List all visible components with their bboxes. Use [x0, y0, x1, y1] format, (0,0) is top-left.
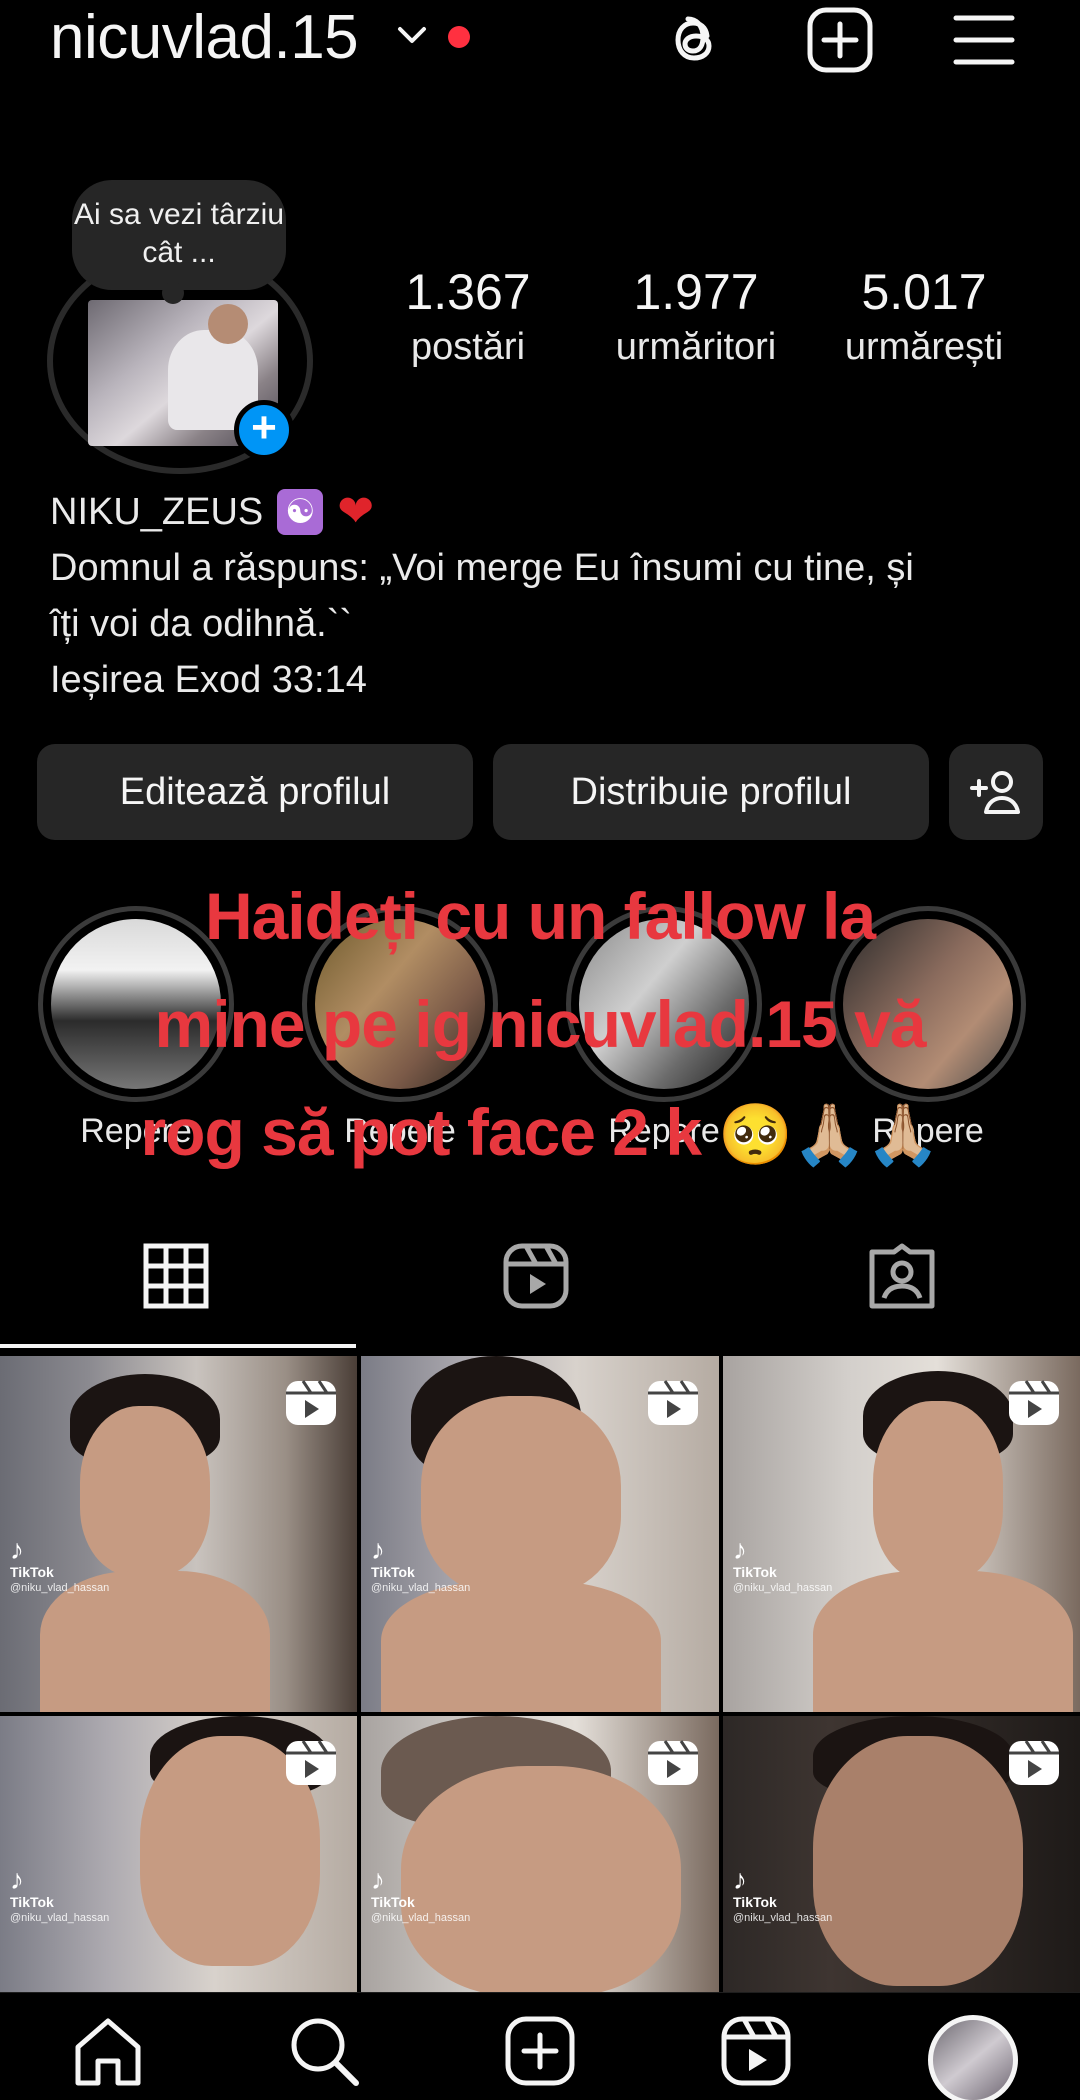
stat-followers-label: urmăritori	[615, 326, 777, 368]
top-bar: nicuvlad.15	[0, 0, 1080, 80]
tiktok-watermark: ♪ TikTok @niku_vlad_hassan	[733, 1864, 833, 1925]
active-tab-indicator	[0, 1344, 356, 1348]
bio-line: îți voi da odihnă.``	[50, 603, 353, 645]
profile-note[interactable]: Ai sa vezi târziu cât ...	[72, 180, 286, 304]
overlay-line: rog să pot face 2 k	[140, 1095, 703, 1169]
stat-followers-value: 1.977	[633, 264, 759, 320]
overlay-emojis: 🥺🙏🏼🙏🏼	[718, 1101, 940, 1168]
stat-posts-label: postări	[410, 326, 526, 368]
reel-icon	[1006, 1378, 1062, 1428]
reel-icon	[283, 1738, 339, 1788]
reel-icon	[645, 1378, 701, 1428]
photo-detail	[813, 1571, 1073, 1712]
display-name: NIKU_ZEUS	[50, 491, 264, 533]
search-icon[interactable]	[284, 2011, 364, 2091]
tiktok-watermark: ♪ TikTok @niku_vlad_hassan	[10, 1534, 110, 1595]
tagged-icon	[866, 1243, 938, 1316]
bio-line: Domnul a răspuns: „Voi merge Eu însumi c…	[50, 547, 914, 589]
post-thumbnail[interactable]: ♪ TikTok @niku_vlad_hassan	[0, 1716, 357, 1994]
yin-yang-icon: ☯	[277, 489, 324, 535]
photo-detail	[873, 1401, 1003, 1581]
post-thumbnail[interactable]: ♪ TikTok @niku_vlad_hassan	[723, 1356, 1080, 1712]
photo-detail	[813, 1736, 1023, 1986]
overlay-caption: Haideți cu un fallow la mine pe ig nicuv…	[20, 862, 1060, 1189]
reel-icon	[1006, 1738, 1062, 1788]
heart-icon: ❤	[337, 487, 375, 536]
discover-people-button[interactable]	[949, 744, 1043, 840]
tiktok-watermark: ♪ TikTok @niku_vlad_hassan	[371, 1864, 471, 1925]
notification-dot	[448, 26, 470, 48]
stat-followers[interactable]: 1.977 urmăritori	[586, 262, 806, 372]
edit-profile-button[interactable]: Editează profilul	[37, 744, 473, 840]
add-story-button[interactable]: +	[234, 400, 294, 460]
chevron-down-icon[interactable]	[395, 18, 429, 52]
profile-bio: NIKU_ZEUS ☯ ❤ Domnul a răspuns: „Voi mer…	[50, 484, 1040, 708]
reel-icon	[283, 1378, 339, 1428]
threads-icon[interactable]	[660, 4, 732, 76]
create-icon[interactable]	[804, 4, 876, 76]
posts-grid: ♪ TikTok @niku_vlad_hassan ♪ TikTok @niku_vl…	[0, 1356, 1080, 1994]
post-thumbnail[interactable]: ♪ TikTok @niku_vlad_hassan	[723, 1716, 1080, 1994]
reels-icon[interactable]	[716, 2011, 796, 2091]
reel-icon	[645, 1738, 701, 1788]
post-thumbnail[interactable]: ♪ TikTok @niku_vlad_hassan	[0, 1356, 357, 1712]
tiktok-watermark: ♪ TikTok @niku_vlad_hassan	[371, 1534, 471, 1595]
menu-icon[interactable]	[948, 4, 1020, 76]
overlay-line: mine pe ig nicuvlad.15 vă	[154, 987, 927, 1061]
stat-posts-value: 1.367	[405, 264, 531, 320]
tiktok-watermark: ♪ TikTok @niku_vlad_hassan	[733, 1534, 833, 1595]
home-icon[interactable]	[68, 2011, 148, 2091]
post-thumbnail[interactable]: ♪ TikTok @niku_vlad_hassan	[361, 1716, 719, 1994]
share-profile-button[interactable]: Distribuie profilul	[493, 744, 929, 840]
overlay-line: Haideți cu un fallow la	[204, 879, 876, 953]
add-person-icon	[968, 771, 1024, 829]
bio-line: Ieșirea Exod 33:14	[50, 659, 367, 701]
stat-following-label: urmărești	[844, 326, 1004, 368]
tab-grid[interactable]	[140, 1240, 230, 1320]
tab-tagged[interactable]	[866, 1240, 956, 1320]
grid-icon	[140, 1243, 212, 1316]
profile-avatar[interactable]	[928, 2015, 1018, 2100]
reels-icon	[500, 1243, 572, 1316]
stat-following[interactable]: 5.017 urmărești	[814, 262, 1034, 372]
create-icon[interactable]	[500, 2011, 580, 2091]
bottom-nav	[0, 1992, 1080, 2100]
tab-reels[interactable]	[500, 1240, 590, 1320]
tiktok-watermark: ♪ TikTok @niku_vlad_hassan	[10, 1864, 110, 1925]
stat-following-value: 5.017	[861, 264, 987, 320]
post-thumbnail[interactable]: ♪ TikTok @niku_vlad_hassan	[361, 1356, 719, 1712]
username-title[interactable]: nicuvlad.15	[50, 2, 359, 74]
stat-posts[interactable]: 1.367 postări	[358, 262, 578, 372]
photo-detail	[381, 1581, 661, 1712]
